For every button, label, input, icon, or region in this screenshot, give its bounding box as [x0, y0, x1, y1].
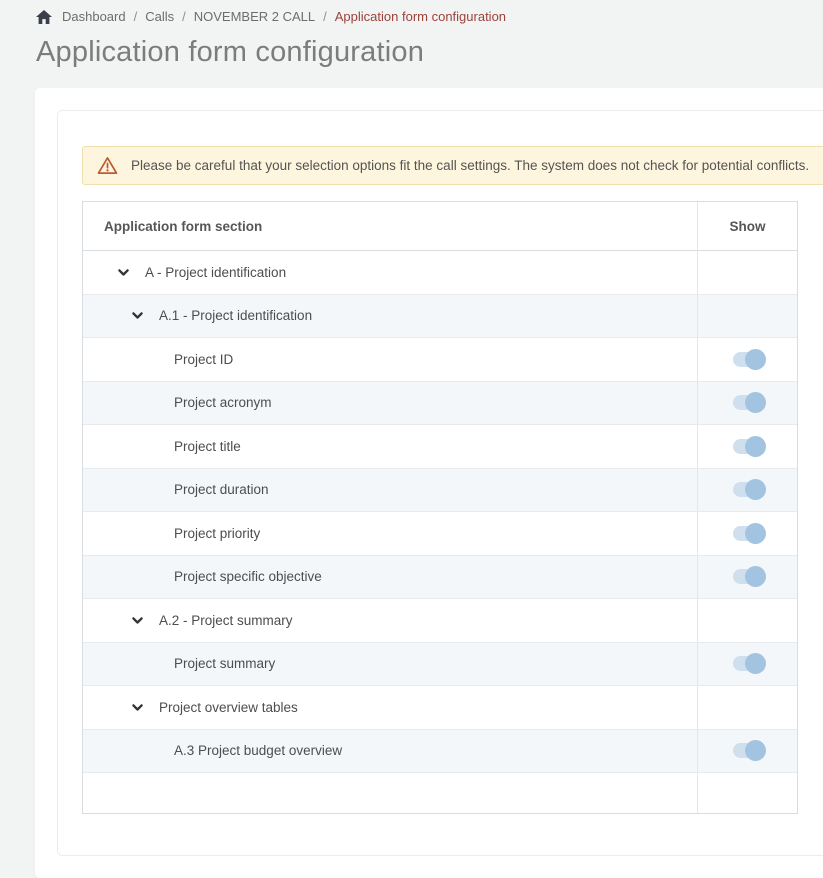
show-toggle[interactable] — [733, 569, 762, 584]
show-cell — [697, 425, 797, 468]
section-cell — [83, 773, 697, 813]
table-row: A.3 Project budget overview — [83, 730, 797, 774]
section-cell: Project priority — [83, 512, 697, 555]
show-toggle[interactable] — [733, 656, 762, 671]
section-cell: Project overview tables — [83, 686, 697, 729]
section-label: Project priority — [174, 526, 260, 541]
section-label: A.1 - Project identification — [159, 308, 312, 323]
show-toggle[interactable] — [733, 395, 762, 410]
section-cell: Project specific objective — [83, 556, 697, 599]
show-cell — [697, 643, 797, 686]
section-label: A.3 Project budget overview — [174, 743, 342, 758]
toggle-knob[interactable] — [745, 392, 766, 413]
table-row: Project priority — [83, 512, 797, 556]
section-label: Project acronym — [174, 395, 272, 410]
show-cell — [697, 556, 797, 599]
breadcrumb-separator: / — [134, 9, 138, 24]
table-row[interactable]: A.2 - Project summary — [83, 599, 797, 643]
section-cell: Project acronym — [83, 382, 697, 425]
show-cell — [697, 686, 797, 729]
warning-banner: Please be careful that your selection op… — [82, 146, 823, 185]
show-cell — [697, 512, 797, 555]
table-row: Project specific objective — [83, 556, 797, 600]
chevron-down-icon[interactable] — [117, 266, 130, 279]
section-cell: Project duration — [83, 469, 697, 512]
show-cell — [697, 338, 797, 381]
home-icon[interactable] — [36, 10, 52, 24]
section-cell: A.3 Project budget overview — [83, 730, 697, 773]
section-cell: A.2 - Project summary — [83, 599, 697, 642]
section-cell: A - Project identification — [83, 251, 697, 294]
table-row: Project ID — [83, 338, 797, 382]
toggle-knob[interactable] — [745, 740, 766, 761]
show-toggle[interactable] — [733, 743, 762, 758]
chevron-down-icon[interactable] — [131, 701, 144, 714]
section-cell: Project ID — [83, 338, 697, 381]
toggle-knob[interactable] — [745, 349, 766, 370]
toggle-knob[interactable] — [745, 523, 766, 544]
show-toggle[interactable] — [733, 352, 762, 367]
show-cell — [697, 730, 797, 773]
toggle-knob[interactable] — [745, 566, 766, 587]
warning-text: Please be careful that your selection op… — [131, 158, 809, 173]
table-header-row: Application form section Show — [83, 202, 797, 251]
warning-triangle-icon — [97, 156, 118, 175]
breadcrumb: Dashboard / Calls / NOVEMBER 2 CALL / Applicat… — [0, 0, 823, 24]
table-row[interactable]: A - Project identification — [83, 251, 797, 295]
toggle-knob[interactable] — [745, 479, 766, 500]
toggle-knob[interactable] — [745, 653, 766, 674]
page: Dashboard / Calls / NOVEMBER 2 CALL / Applicat… — [0, 0, 823, 69]
table-row[interactable]: Project overview tables — [83, 686, 797, 730]
column-header-show: Show — [697, 202, 797, 250]
chevron-down-icon[interactable] — [131, 309, 144, 322]
table-row: Project title — [83, 425, 797, 469]
show-cell — [697, 382, 797, 425]
application-form-table: Application form section Show A - Projec… — [82, 201, 798, 814]
section-cell: Project summary — [83, 643, 697, 686]
section-label: Project title — [174, 439, 241, 454]
content-card: Please be careful that your selection op… — [35, 88, 823, 878]
section-cell: A.1 - Project identification — [83, 295, 697, 338]
config-panel: Please be careful that your selection op… — [57, 110, 823, 856]
show-toggle[interactable] — [733, 526, 762, 541]
breadcrumb-item[interactable]: Dashboard — [62, 9, 126, 24]
section-label: Project summary — [174, 656, 275, 671]
section-label: Project specific objective — [174, 569, 322, 584]
show-cell — [697, 251, 797, 294]
show-cell — [697, 773, 797, 813]
section-label: Project overview tables — [159, 700, 298, 715]
section-label: Project ID — [174, 352, 233, 367]
show-cell — [697, 469, 797, 512]
table-row[interactable]: A.1 - Project identification — [83, 295, 797, 339]
section-label: A.2 - Project summary — [159, 613, 293, 628]
breadcrumb-separator: / — [182, 9, 186, 24]
breadcrumb-separator: / — [323, 9, 327, 24]
section-label: Project duration — [174, 482, 269, 497]
table-row: Project duration — [83, 469, 797, 513]
show-toggle[interactable] — [733, 439, 762, 454]
table-body: A - Project identification A.1 - Project … — [83, 251, 797, 813]
show-cell — [697, 295, 797, 338]
table-row — [83, 773, 797, 813]
toggle-knob[interactable] — [745, 436, 766, 457]
chevron-down-icon[interactable] — [131, 614, 144, 627]
table-row: Project summary — [83, 643, 797, 687]
table-row: Project acronym — [83, 382, 797, 426]
section-cell: Project title — [83, 425, 697, 468]
show-toggle[interactable] — [733, 482, 762, 497]
page-title: Application form configuration — [36, 36, 823, 69]
breadcrumb-item: Application form configuration — [335, 9, 506, 24]
breadcrumb-items: Dashboard / Calls / NOVEMBER 2 CALL / Applicat… — [62, 9, 506, 24]
column-header-section: Application form section — [83, 202, 697, 250]
section-label: A - Project identification — [145, 265, 286, 280]
show-cell — [697, 599, 797, 642]
breadcrumb-item[interactable]: NOVEMBER 2 CALL — [194, 9, 315, 24]
breadcrumb-item[interactable]: Calls — [145, 9, 174, 24]
